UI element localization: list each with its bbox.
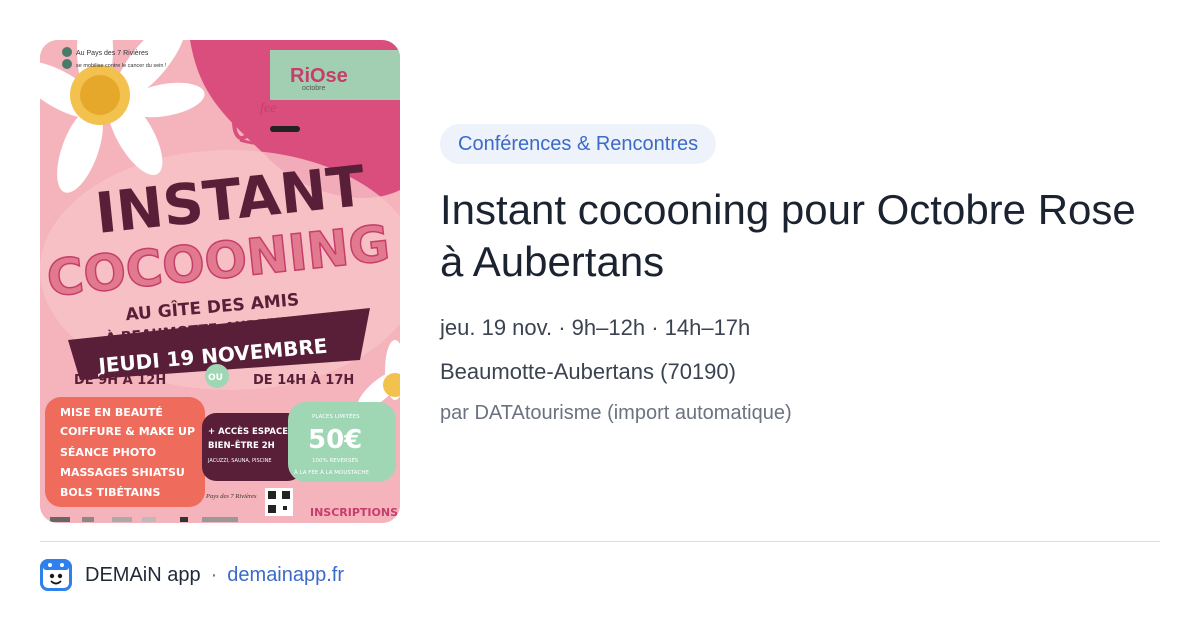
poster-service-3: SÉANCE PHOTO: [60, 446, 156, 459]
footer: DEMAiN app · demainapp.fr: [40, 558, 344, 592]
poster-service-2: COIFFURE & MAKE UP: [60, 425, 195, 438]
poster-price-note2: À LA FÉE À LA MOUSTACHE: [294, 468, 369, 476]
poster-price-top: PLACES LIMITÉES: [312, 412, 360, 420]
link-preview-card[interactable]: Au Pays des 7 Rivières se mobilise contr…: [0, 0, 1200, 630]
event-date: jeu. 19 nov. · 9h–12h · 14h–17h: [440, 315, 751, 340]
poster-price: 50€: [308, 425, 362, 455]
poster-signature: Pays des 7 Rivières: [205, 493, 257, 500]
poster-fee-logo: fee: [260, 101, 276, 116]
poster-signup: INSCRIPTIONS: [310, 506, 398, 519]
event-poster-image: Au Pays des 7 Rivières se mobilise contr…: [40, 40, 400, 523]
event-location: Beaumotte-Aubertans (70190): [440, 359, 736, 384]
poster-service-1: MISE EN BEAUTÉ: [60, 406, 163, 419]
divider: [40, 541, 1160, 542]
poster-time1: DE 9H À 12H: [74, 372, 166, 388]
poster-badge-top: RiOse: [290, 65, 348, 87]
app-name: DEMAiN app: [85, 563, 201, 586]
event-title[interactable]: Instant cocooning pour Octobre Rose à Au…: [440, 184, 1160, 288]
poster-wellness2: BIEN–ÊTRE 2H: [208, 439, 275, 451]
poster-time2: DE 14H À 17H: [253, 372, 354, 388]
demain-app-icon: [40, 559, 72, 591]
footer-separator: ·: [210, 563, 218, 586]
poster-service-4: MASSAGES SHIATSU: [60, 466, 185, 479]
poster-wellness3: JACUZZI, SAUNA, PISCINE: [207, 458, 272, 464]
poster-header-line2: se mobilise contre le cancer du sein !: [76, 63, 167, 69]
category-badge[interactable]: Conférences & Rencontres: [440, 124, 717, 164]
poster-badge-sub: octobre: [302, 85, 325, 92]
event-info: Conférences & Rencontres Instant cocooni…: [440, 124, 1160, 426]
poster-or: OU: [208, 373, 223, 383]
poster-wellness1: + ACCÈS ESPACE: [208, 425, 288, 437]
site-link[interactable]: demainapp.fr: [227, 564, 344, 587]
poster-header-line1: Au Pays des 7 Rivières: [76, 50, 149, 57]
poster-price-note1: 100% REVERSÉS: [312, 456, 359, 464]
poster-service-5: BOLS TIBÉTAINS: [60, 486, 160, 499]
event-source: par DATAtourisme (import automatique): [440, 402, 792, 424]
